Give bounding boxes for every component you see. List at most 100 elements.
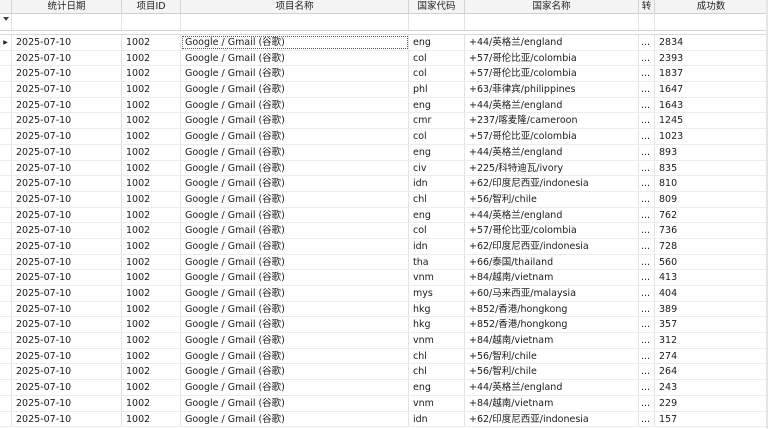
project-name-cell[interactable]: Google / Gmail (谷歌): [181, 144, 409, 160]
stat-date-cell[interactable]: 2025-07-10: [12, 176, 122, 191]
success-count-cell[interactable]: 243: [655, 380, 768, 395]
truncated-cell[interactable]: ...: [639, 223, 655, 238]
country-name-cell[interactable]: +60/马来西亚/malaysia: [465, 286, 639, 301]
project-id-cell[interactable]: 1002: [122, 97, 181, 113]
row-indicator[interactable]: [0, 395, 12, 411]
row-indicator[interactable]: [0, 333, 12, 348]
table-row[interactable]: 2025-07-10 1002 Google / Gmail (谷歌) hkg +852…: [0, 301, 768, 318]
row-indicator[interactable]: [0, 364, 12, 380]
stat-date-cell[interactable]: 2025-07-10: [12, 380, 122, 395]
project-name-cell[interactable]: Google / Gmail (谷歌): [181, 348, 409, 364]
table-row[interactable]: 2025-07-10 1002 Google / Gmail (谷歌) idn +62/…: [0, 411, 768, 428]
success-count-cell[interactable]: 413: [655, 270, 768, 285]
country-code-cell[interactable]: col: [409, 66, 465, 82]
table-row[interactable]: 2025-07-10 1002 Google / Gmail (谷歌) idn +62/…: [0, 176, 768, 192]
stat-date-cell[interactable]: 2025-07-10: [12, 238, 122, 254]
project-id-cell[interactable]: 1002: [122, 176, 181, 191]
table-row[interactable]: 2025-07-10 1002 Google / Gmail (谷歌) mys +60/…: [0, 286, 768, 302]
stat-date-cell[interactable]: 2025-07-10: [12, 270, 122, 285]
row-indicator[interactable]: [0, 270, 12, 285]
truncated-cell[interactable]: ...: [639, 97, 655, 113]
data-grid[interactable]: 统计日期 项目ID 项目名称 国家代码 国家名称 转 成功数 ▶ 2025-07-…: [0, 0, 768, 429]
project-name-cell[interactable]: Google / Gmail (谷歌): [181, 82, 409, 97]
country-name-cell[interactable]: +66/泰国/thailand: [465, 254, 639, 270]
project-name-cell[interactable]: Google / Gmail (谷歌): [181, 35, 409, 50]
row-indicator[interactable]: [0, 144, 12, 160]
country-name-cell[interactable]: +56/智利/chile: [465, 348, 639, 364]
table-row[interactable]: 2025-07-10 1002 Google / Gmail (谷歌) eng +44/…: [0, 97, 768, 114]
country-name-cell[interactable]: +225/科特迪瓦/ivory: [465, 160, 639, 176]
stat-date-cell[interactable]: 2025-07-10: [12, 411, 122, 427]
table-row[interactable]: 2025-07-10 1002 Google / Gmail (谷歌) eng +44/…: [0, 144, 768, 161]
country-name-cell[interactable]: +62/印度尼西亚/indonesia: [465, 411, 639, 427]
country-code-cell[interactable]: civ: [409, 160, 465, 176]
filter-cell-project-id[interactable]: [122, 14, 181, 30]
project-id-cell[interactable]: 1002: [122, 35, 181, 50]
filter-cell-stat-date[interactable]: [12, 14, 122, 30]
success-count-cell[interactable]: 560: [655, 255, 768, 270]
success-count-cell[interactable]: 312: [655, 333, 768, 348]
country-code-cell[interactable]: chl: [409, 348, 465, 364]
success-count-cell[interactable]: 809: [655, 192, 768, 207]
project-id-cell[interactable]: 1002: [122, 411, 181, 427]
success-count-cell[interactable]: 1837: [655, 66, 768, 81]
project-name-cell[interactable]: Google / Gmail (谷歌): [181, 191, 409, 207]
column-header-stat-date[interactable]: 统计日期: [12, 0, 122, 13]
filter-cell-country-code[interactable]: [409, 14, 465, 30]
project-id-cell[interactable]: 1002: [122, 317, 181, 333]
table-row[interactable]: 2025-07-10 1002 Google / Gmail (谷歌) chl +56/…: [0, 191, 768, 208]
project-name-cell[interactable]: Google / Gmail (谷歌): [181, 223, 409, 238]
stat-date-cell[interactable]: 2025-07-10: [12, 207, 122, 223]
stat-date-cell[interactable]: 2025-07-10: [12, 66, 122, 82]
row-indicator[interactable]: [0, 191, 12, 207]
row-indicator[interactable]: [0, 113, 12, 129]
project-id-cell[interactable]: 1002: [122, 223, 181, 238]
country-code-cell[interactable]: eng: [409, 207, 465, 223]
project-id-cell[interactable]: 1002: [122, 129, 181, 144]
project-id-cell[interactable]: 1002: [122, 286, 181, 301]
success-count-cell[interactable]: 157: [655, 412, 768, 427]
table-row[interactable]: 2025-07-10 1002 Google / Gmail (谷歌) col +57/…: [0, 223, 768, 239]
stat-date-cell[interactable]: 2025-07-10: [12, 301, 122, 317]
project-name-cell[interactable]: Google / Gmail (谷歌): [181, 254, 409, 270]
country-code-cell[interactable]: mys: [409, 286, 465, 301]
country-name-cell[interactable]: +44/英格兰/england: [465, 35, 639, 50]
column-header-project-id[interactable]: 项目ID: [122, 0, 181, 13]
project-id-cell[interactable]: 1002: [122, 395, 181, 411]
country-name-cell[interactable]: +57/哥伦比亚/colombia: [465, 50, 639, 66]
stat-date-cell[interactable]: 2025-07-10: [12, 160, 122, 176]
project-name-cell[interactable]: Google / Gmail (谷歌): [181, 176, 409, 191]
table-row[interactable]: ▶ 2025-07-10 1002 Google / Gmail (谷歌) eng +44…: [0, 35, 768, 51]
country-name-cell[interactable]: +852/香港/hongkong: [465, 317, 639, 333]
project-id-cell[interactable]: 1002: [122, 160, 181, 176]
project-name-cell[interactable]: Google / Gmail (谷歌): [181, 129, 409, 144]
row-indicator[interactable]: [0, 254, 12, 270]
country-code-cell[interactable]: eng: [409, 380, 465, 395]
country-code-cell[interactable]: hkg: [409, 301, 465, 317]
country-code-cell[interactable]: eng: [409, 97, 465, 113]
project-name-cell[interactable]: Google / Gmail (谷歌): [181, 317, 409, 333]
row-indicator[interactable]: [0, 223, 12, 238]
table-row[interactable]: 2025-07-10 1002 Google / Gmail (谷歌) chl +56/…: [0, 364, 768, 381]
row-indicator[interactable]: [0, 82, 12, 97]
table-row[interactable]: 2025-07-10 1002 Google / Gmail (谷歌) tha +66/…: [0, 254, 768, 271]
table-row[interactable]: 2025-07-10 1002 Google / Gmail (谷歌) idn +62/…: [0, 238, 768, 255]
table-row[interactable]: 2025-07-10 1002 Google / Gmail (谷歌) eng +44/…: [0, 380, 768, 396]
success-count-cell[interactable]: 893: [655, 145, 768, 160]
truncated-cell[interactable]: ...: [639, 35, 655, 50]
country-code-cell[interactable]: idn: [409, 411, 465, 427]
row-indicator[interactable]: [0, 411, 12, 427]
truncated-cell[interactable]: ...: [639, 66, 655, 82]
stat-date-cell[interactable]: 2025-07-10: [12, 129, 122, 144]
project-name-cell[interactable]: Google / Gmail (谷歌): [181, 270, 409, 285]
truncated-cell[interactable]: ...: [639, 301, 655, 317]
success-count-cell[interactable]: 274: [655, 349, 768, 364]
table-row[interactable]: 2025-07-10 1002 Google / Gmail (谷歌) col +57/…: [0, 129, 768, 145]
country-code-cell[interactable]: vnm: [409, 333, 465, 348]
row-indicator[interactable]: [0, 50, 12, 66]
truncated-cell[interactable]: ...: [639, 364, 655, 380]
country-name-cell[interactable]: +237/喀麦隆/cameroon: [465, 113, 639, 129]
truncated-cell[interactable]: ...: [639, 113, 655, 129]
stat-date-cell[interactable]: 2025-07-10: [12, 113, 122, 129]
project-name-cell[interactable]: Google / Gmail (谷歌): [181, 411, 409, 427]
